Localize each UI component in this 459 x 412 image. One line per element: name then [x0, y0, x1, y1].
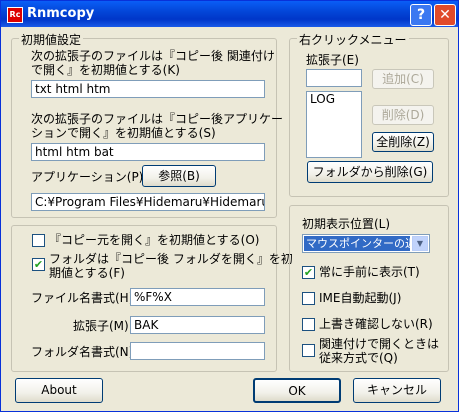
no-overwrite-label[interactable]: 上書き確認しない(R) [319, 317, 433, 332]
app-icon: Rc [7, 7, 23, 23]
add-button[interactable]: 追加(C) [372, 69, 434, 89]
ext-format-input[interactable]: BAK [130, 316, 265, 334]
folder-format-label: フォルダ名書式(N) [31, 345, 134, 359]
filename-format-label: ファイル名書式(H) [31, 291, 134, 305]
ime-checkbox[interactable] [302, 292, 315, 305]
ext-open-label-1: 次の拡張子のファイルは『コピー後 関連付け [31, 49, 275, 63]
remove-from-folder-button[interactable]: フォルダから削除(G) [307, 161, 433, 183]
ok-button[interactable]: OK [253, 378, 341, 403]
context-menu-title: 右クリックメニュー [297, 31, 409, 48]
delete-all-button[interactable]: 全削除(Z) [372, 132, 434, 152]
cm-ext-input[interactable] [306, 69, 362, 87]
delete-button[interactable]: 削除(D) [372, 105, 434, 125]
filename-format-input[interactable]: %F%X [130, 288, 265, 306]
display-position-label: 初期表示位置(L) [302, 217, 391, 231]
browse-button[interactable]: 参照(B) [142, 165, 216, 187]
window-title: Rnmcopy [27, 6, 95, 21]
ext-app-label-1: 次の拡張子のファイルは『コピー後アプリケー [31, 112, 284, 126]
app-label: アプリケーション(P) [31, 170, 144, 184]
list-item[interactable]: LOG [307, 92, 361, 107]
chevron-down-icon[interactable]: ▼ [412, 236, 428, 251]
ext-app-input[interactable]: html htm bat [31, 143, 265, 161]
title-bar[interactable]: Rc Rnmcopy ? ✕ [1, 1, 458, 27]
position-select-value: マウスポインターの近く [304, 236, 410, 251]
no-overwrite-checkbox[interactable] [302, 318, 315, 331]
open-source-label[interactable]: 『コピー元を開く』を初期値とする(O) [49, 233, 259, 248]
about-button[interactable]: About [15, 378, 103, 403]
legacy-open-label-1[interactable]: 関連付けで開くときは [319, 337, 439, 352]
help-button[interactable]: ? [410, 4, 432, 26]
cm-ext-list[interactable]: LOG [306, 91, 362, 158]
folder-format-input[interactable] [130, 342, 265, 360]
open-folder-label-1[interactable]: フォルダは『コピー後 フォルダを開く』を初 [49, 252, 293, 267]
ime-label[interactable]: IME自動起動(J) [319, 291, 401, 306]
ext-format-label: 拡張子(M) [73, 319, 129, 333]
open-folder-label-2[interactable]: 期値とする(F) [49, 266, 125, 281]
ext-app-label-2: ションで開く』を初期値とする(S) [31, 126, 216, 140]
initial-settings-title: 初期値設定 [19, 31, 84, 48]
legacy-open-checkbox[interactable] [302, 344, 315, 357]
open-folder-checkbox[interactable]: ✔ [32, 258, 45, 271]
legacy-open-label-2[interactable]: 従来方式で(Q) [319, 351, 398, 366]
app-path-input[interactable]: C:¥Program Files¥Hidemaru¥Hidemaru.exe [31, 193, 265, 211]
position-select[interactable]: マウスポインターの近く ▼ [302, 234, 430, 253]
ext-open-label-2: で開く』を初期値とする(K) [31, 63, 180, 77]
cm-ext-label: 拡張子(E) [306, 53, 359, 67]
cancel-button[interactable]: キャンセル [353, 378, 441, 403]
close-button[interactable]: ✕ [434, 4, 456, 26]
always-on-top-checkbox[interactable]: ✔ [302, 266, 315, 279]
always-on-top-label[interactable]: 常に手前に表示(T) [319, 265, 420, 280]
ext-open-input[interactable]: txt html htm [31, 80, 265, 98]
open-source-checkbox[interactable] [32, 234, 45, 247]
dialog-window: Rc Rnmcopy ? ✕ 初期値設定 次の拡張子のファイルは『コピー後 関連… [0, 0, 459, 412]
